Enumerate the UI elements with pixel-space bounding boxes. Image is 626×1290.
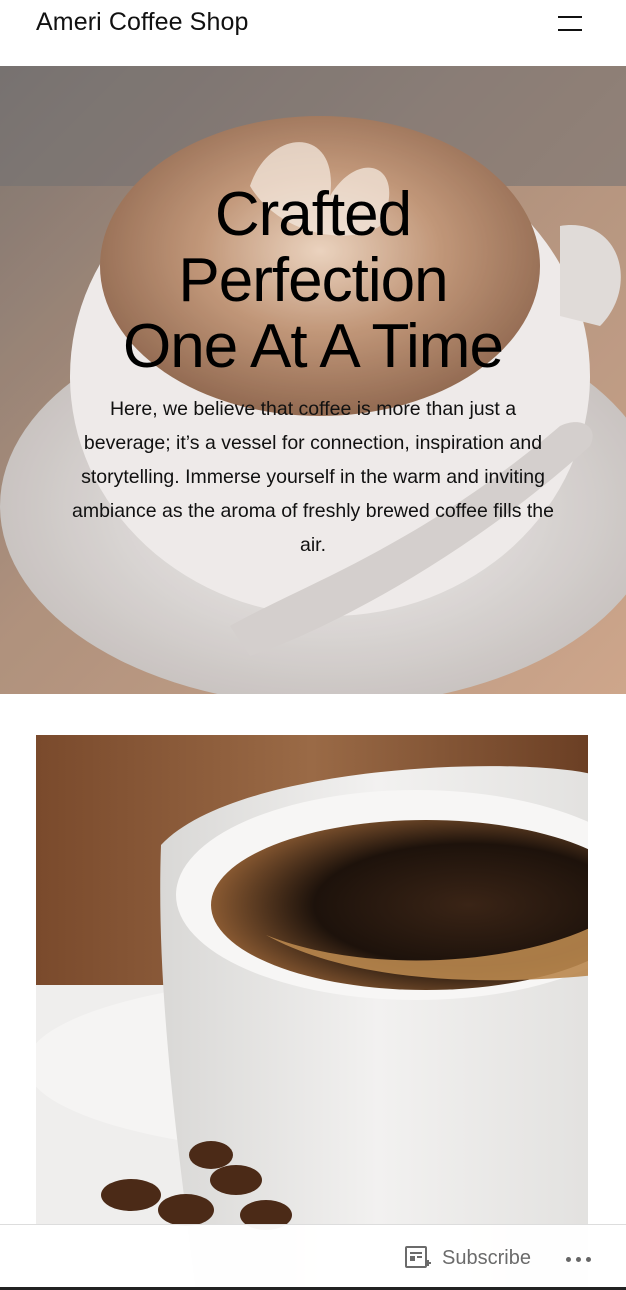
bottom-action-bar: Subscribe <box>0 1224 626 1290</box>
hero-title-line: One At A Time <box>123 312 504 381</box>
subscribe-label: Subscribe <box>442 1246 531 1269</box>
hero-title-line: Crafted <box>214 180 412 249</box>
coffee-cup-image <box>36 735 588 1290</box>
subscribe-button[interactable]: Subscribe <box>404 1243 531 1273</box>
site-title[interactable]: Ameri Coffee Shop <box>36 8 248 37</box>
hero-title-line: Perfection <box>178 246 448 315</box>
hero-title: Crafted Perfection One At A Time <box>40 182 586 380</box>
ellipsis-icon[interactable] <box>560 1247 596 1271</box>
reader-subscribe-icon <box>404 1245 432 1271</box>
hamburger-menu-icon[interactable] <box>556 12 584 36</box>
site-header: Ameri Coffee Shop <box>0 0 626 66</box>
hero-description: Here, we believe that coffee is more tha… <box>72 398 554 556</box>
hero-section: Crafted Perfection One At A Time Here, w… <box>0 66 626 694</box>
